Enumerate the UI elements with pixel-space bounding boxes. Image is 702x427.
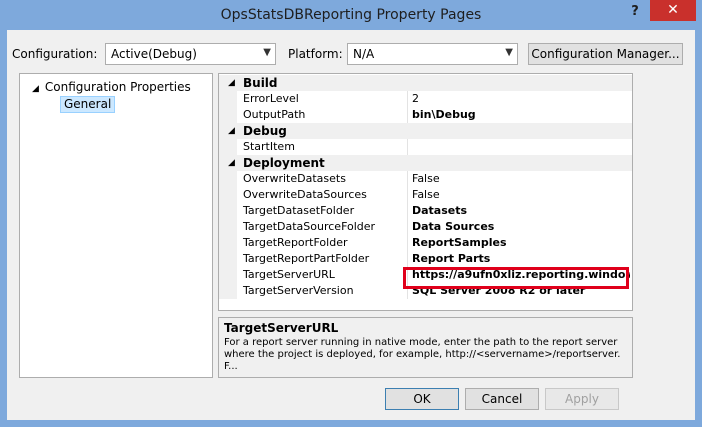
collapse-triangle-icon[interactable]: ◢ [228,123,235,139]
property-value[interactable]: ReportSamples [412,235,630,251]
property-name: ErrorLevel [243,92,299,105]
property-value[interactable]: Data Sources [412,219,630,235]
platform-dropdown[interactable]: N/A ▼ [347,43,518,65]
column-divider[interactable] [407,91,408,107]
description-panel: TargetServerURL For a report server runn… [218,317,633,378]
category-deployment[interactable]: ◢ Deployment [219,155,632,171]
configuration-dropdown[interactable]: Active(Debug) ▼ [105,43,276,65]
property-row[interactable]: OverwriteDataSources False [219,187,632,203]
row-gutter [219,283,237,299]
configuration-manager-button[interactable]: Configuration Manager... [528,43,683,65]
column-divider[interactable] [407,187,408,203]
property-row[interactable]: OutputPath bin\Debug [219,107,632,123]
property-row[interactable]: TargetReportPartFolder Report Parts [219,251,632,267]
property-row[interactable]: TargetDataSourceFolder Data Sources [219,219,632,235]
configuration-value: Active(Debug) [111,47,197,61]
property-row[interactable]: OverwriteDatasets False [219,171,632,187]
property-row[interactable]: TargetDatasetFolder Datasets [219,203,632,219]
description-title: TargetServerURL [224,321,339,335]
chevron-down-icon: ▼ [263,47,271,58]
property-value[interactable]: 2 [412,91,630,107]
property-name: TargetDatasetFolder [243,204,355,217]
property-value[interactable]: False [412,171,630,187]
title-bar: OpsStatsDBReporting Property Pages ? ✕ [0,0,702,30]
cancel-button[interactable]: Cancel [465,388,539,410]
chevron-down-icon: ▼ [505,47,513,58]
category-label: Deployment [243,156,325,170]
property-name: OverwriteDataSources [243,188,367,201]
property-value[interactable]: Report Parts [412,251,630,267]
target-server-url-highlight [403,267,629,289]
column-divider[interactable] [407,219,408,235]
platform-label: Platform: [288,47,343,61]
row-gutter [219,267,237,283]
tree-root-label: Configuration Properties [44,80,191,94]
config-tree: ◢ Configuration Properties General [19,73,213,378]
property-name: TargetReportFolder [243,236,348,249]
platform-value: N/A [353,47,375,61]
property-name: TargetReportPartFolder [243,252,370,265]
column-divider[interactable] [407,139,408,155]
configuration-label: Configuration: [12,47,98,61]
tree-item-general[interactable]: General [60,96,116,113]
column-divider[interactable] [407,107,408,123]
property-name: TargetDataSourceFolder [243,220,376,233]
close-button[interactable]: ✕ [650,0,696,21]
row-gutter [219,139,237,155]
property-name: StartItem [243,140,295,153]
column-divider[interactable] [407,235,408,251]
category-build[interactable]: ◢ Build [219,75,632,91]
collapse-triangle-icon[interactable]: ◢ [228,75,235,91]
property-name: OverwriteDatasets [243,172,346,185]
row-gutter [219,219,237,235]
category-label: Build [243,76,278,90]
ok-button[interactable]: OK [385,388,459,410]
row-gutter [219,91,237,107]
tree-item-configuration-properties[interactable]: ◢ Configuration Properties [32,80,191,94]
help-button[interactable]: ? [626,3,644,21]
property-value[interactable]: False [412,187,630,203]
row-gutter [219,251,237,267]
category-label: Debug [243,124,287,138]
apply-button[interactable]: Apply [545,388,619,410]
property-row[interactable]: StartItem [219,139,632,155]
column-divider[interactable] [407,251,408,267]
dialog-client-area: Configuration: Active(Debug) ▼ Platform:… [7,30,695,420]
close-icon: ✕ [667,2,679,18]
property-row[interactable]: TargetReportFolder ReportSamples [219,235,632,251]
property-name: TargetServerVersion [243,284,354,297]
row-gutter [219,187,237,203]
row-gutter [219,171,237,187]
property-value[interactable]: Datasets [412,203,630,219]
property-pages-window: OpsStatsDBReporting Property Pages ? ✕ C… [0,0,702,427]
property-value[interactable]: bin\Debug [412,107,630,123]
window-title: OpsStatsDBReporting Property Pages [220,7,482,23]
row-gutter [219,203,237,219]
row-gutter [219,235,237,251]
expand-triangle-icon: ◢ [32,84,39,94]
property-name: OutputPath [243,108,306,121]
category-debug[interactable]: ◢ Debug [219,123,632,139]
column-divider[interactable] [407,171,408,187]
property-name: TargetServerURL [243,268,335,281]
row-gutter [219,107,237,123]
property-row[interactable]: ErrorLevel 2 [219,91,632,107]
description-text: For a report server running in native mo… [224,337,621,372]
collapse-triangle-icon[interactable]: ◢ [228,155,235,171]
column-divider[interactable] [407,203,408,219]
